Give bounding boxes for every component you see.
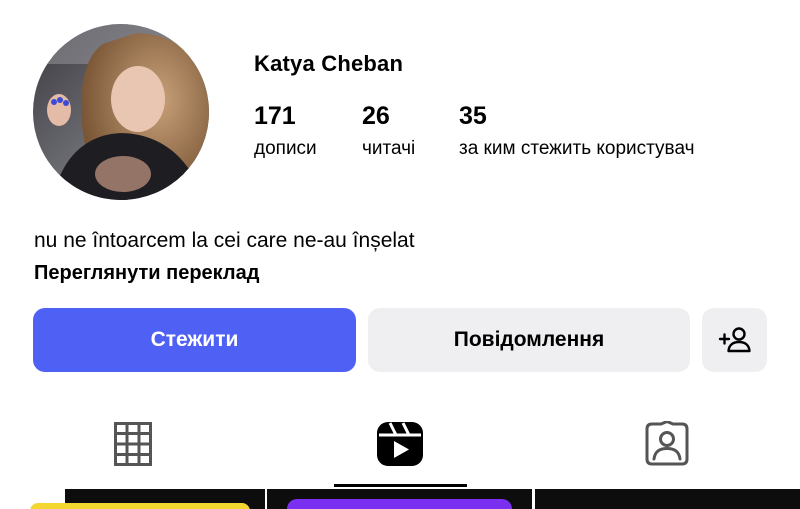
profile-tabs xyxy=(0,400,800,488)
reel-thumbnail[interactable] xyxy=(267,489,532,509)
reel-thumbnail[interactable] xyxy=(0,489,265,509)
tab-reels[interactable] xyxy=(266,400,534,488)
grid-icon xyxy=(114,422,152,466)
stat-following-label: за ким стежить користувач xyxy=(459,138,695,159)
reels-icon xyxy=(377,422,423,466)
message-button[interactable]: Повідомлення xyxy=(368,308,690,372)
reels-grid xyxy=(0,489,800,509)
see-translation-link[interactable]: Переглянути переклад xyxy=(34,260,259,286)
active-tab-indicator xyxy=(334,484,467,487)
profile-bio: nu ne întoarcem la cei care ne-au înșela… xyxy=(34,229,415,252)
stat-posts-label: дописи xyxy=(254,138,317,159)
stat-posts-count: 171 xyxy=(254,102,296,130)
tab-tagged[interactable] xyxy=(534,400,800,488)
stat-followers-label: читачі xyxy=(362,138,416,159)
add-user-icon xyxy=(718,327,751,353)
avatar[interactable] xyxy=(33,24,209,200)
profile-username: Katya Cheban xyxy=(254,51,404,76)
suggest-users-button[interactable] xyxy=(702,308,767,372)
tab-posts-grid[interactable] xyxy=(0,400,266,488)
profile-photo xyxy=(33,24,209,200)
stat-following[interactable]: 35 за ким стежить користувач xyxy=(459,101,695,161)
stat-followers-count: 26 xyxy=(362,102,390,130)
stat-posts[interactable]: 171 дописи xyxy=(254,101,317,161)
tagged-icon xyxy=(645,421,689,466)
stat-followers[interactable]: 26 читачі xyxy=(362,101,415,161)
reel-thumbnail[interactable] xyxy=(535,489,800,509)
stat-following-count: 35 xyxy=(459,102,487,130)
follow-button[interactable]: Стежити xyxy=(33,308,356,372)
